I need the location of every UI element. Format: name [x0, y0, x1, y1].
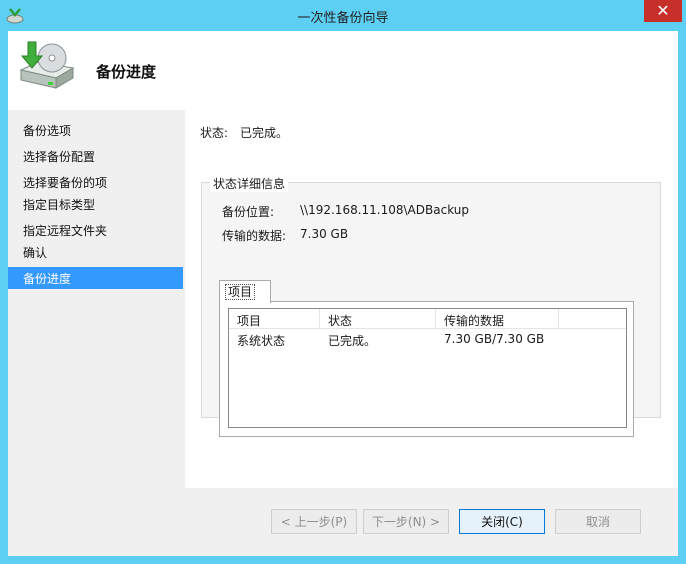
- button-bar: < 上一步(P) 下一步(N) > 关闭(C) 取消: [185, 490, 678, 556]
- sidebar-item-label: 确认: [23, 246, 48, 260]
- cancel-button[interactable]: 取消: [555, 509, 641, 534]
- sidebar-item-backup-options[interactable]: 备份选项: [8, 119, 183, 141]
- cell-item: 系统状态: [237, 334, 286, 348]
- close-button[interactable]: 关闭(C): [459, 509, 545, 534]
- backup-location-label: 备份位置:: [222, 205, 275, 219]
- sidebar-item-label: 选择备份配置: [23, 150, 96, 164]
- transferred-data-row: 传输的数据: 7.30 GB: [222, 227, 348, 244]
- status-line: 状态: 已完成。: [200, 124, 288, 141]
- tab-items[interactable]: 项目: [219, 280, 271, 303]
- wizard-header: 备份进度: [8, 31, 678, 110]
- sidebar-item-backup-progress[interactable]: 备份进度: [8, 267, 183, 289]
- sidebar-item-label: 选择要备份的项: [23, 176, 108, 190]
- sidebar-item-destination-type[interactable]: 指定目标类型: [8, 193, 183, 215]
- column-separator[interactable]: [319, 309, 320, 328]
- sidebar-item-select-config[interactable]: 选择备份配置: [8, 145, 183, 167]
- previous-button[interactable]: < 上一步(P): [271, 509, 357, 534]
- transferred-data-value: 7.30 GB: [300, 227, 349, 241]
- backup-disk-icon: [19, 41, 75, 89]
- backup-location-row: 备份位置: \\192.168.11.108\ADBackup: [222, 203, 469, 220]
- status-details-legend: 状态详细信息: [210, 175, 289, 192]
- column-header-transferred[interactable]: 传输的数据: [444, 312, 504, 329]
- sidebar-item-label: 指定目标类型: [23, 198, 96, 212]
- tab-items-label: 项目: [225, 284, 256, 300]
- status-label: 状态:: [200, 126, 229, 140]
- wizard-window: 备份进度 备份选项 选择备份配置 选择要备份的项 指定目标类型 指定远程文件夹 …: [8, 31, 678, 556]
- items-list-view[interactable]: 项目 状态 传输的数据 系统状态 已完成。 7.30 GB/7.30 GB: [228, 308, 627, 428]
- table-row[interactable]: 系统状态 已完成。 7.30 GB/7.30 GB: [229, 331, 626, 349]
- sidebar-item-remote-folder[interactable]: 指定远程文件夹: [8, 219, 183, 241]
- transferred-data-label: 传输的数据:: [222, 229, 287, 243]
- close-window-button[interactable]: ✕: [644, 0, 682, 22]
- window-title: 一次性备份向导: [297, 11, 389, 26]
- sidebar-item-label: 备份选项: [23, 124, 72, 138]
- sidebar-item-label: 备份进度: [23, 272, 72, 286]
- sidebar-item-select-items[interactable]: 选择要备份的项: [8, 171, 183, 193]
- backup-location-value: \\192.168.11.108\ADBackup: [300, 203, 469, 217]
- sidebar-item-label: 指定远程文件夹: [23, 224, 108, 238]
- wizard-step-list: 备份选项 选择备份配置 选择要备份的项 指定目标类型 指定远程文件夹 确认 备份…: [8, 110, 183, 556]
- column-separator[interactable]: [558, 309, 559, 328]
- column-header-status[interactable]: 状态: [328, 312, 352, 329]
- tab-page-items: 项目 状态 传输的数据 系统状态 已完成。 7.30 GB/7.30 GB: [219, 301, 634, 437]
- status-value: 已完成。: [240, 126, 289, 140]
- column-separator[interactable]: [435, 309, 436, 328]
- content-panel: 状态: 已完成。 状态详细信息 备份位置: \\192.168.11.108\AD…: [185, 110, 678, 488]
- cell-status: 已完成。: [328, 334, 377, 348]
- column-header-item[interactable]: 项目: [237, 312, 261, 329]
- sidebar-item-confirmation[interactable]: 确认: [8, 241, 183, 263]
- title-bar[interactable]: 一次性备份向导 ✕: [0, 0, 686, 31]
- list-header: 项目 状态 传输的数据: [229, 309, 626, 329]
- page-title: 备份进度: [96, 63, 157, 81]
- next-button[interactable]: 下一步(N) >: [363, 509, 449, 534]
- cell-transferred: 7.30 GB/7.30 GB: [444, 332, 545, 346]
